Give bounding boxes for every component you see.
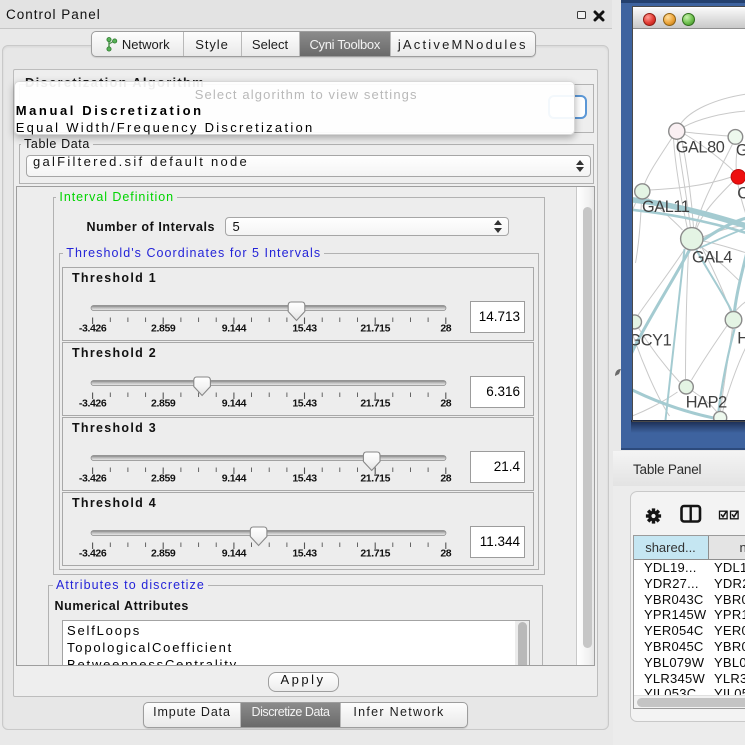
svg-text:28: 28 [440, 473, 451, 485]
svg-text:9.144: 9.144 [222, 473, 247, 485]
svg-text:2.859: 2.859 [151, 323, 176, 335]
svg-text:-3.426: -3.426 [79, 473, 107, 485]
svg-text:-3.426: -3.426 [79, 323, 107, 335]
svg-text:GCY1: GCY1 [633, 332, 672, 350]
svg-text:GA: GA [735, 142, 745, 160]
svg-text:GAL80: GAL80 [675, 138, 724, 156]
svg-text:-3.426: -3.426 [79, 398, 107, 410]
svg-text:21.715: 21.715 [360, 548, 390, 560]
svg-text:28: 28 [440, 323, 451, 335]
svg-text:15.43: 15.43 [292, 548, 317, 560]
svg-text:28: 28 [440, 548, 451, 560]
svg-text:21.715: 21.715 [360, 473, 390, 485]
svg-text:28: 28 [440, 398, 451, 410]
svg-text:GAL11: GAL11 [642, 198, 690, 216]
svg-text:2.859: 2.859 [151, 473, 176, 485]
svg-text:2.859: 2.859 [151, 548, 176, 560]
svg-text:21.715: 21.715 [360, 398, 390, 410]
svg-text:GAL4: GAL4 [692, 249, 732, 267]
svg-text:-3.426: -3.426 [79, 548, 107, 560]
svg-text:2.859: 2.859 [151, 398, 176, 410]
svg-text:9.144: 9.144 [222, 398, 247, 410]
svg-text:9.144: 9.144 [222, 323, 247, 335]
svg-text:9.144: 9.144 [222, 548, 247, 560]
svg-text:C: C [737, 184, 745, 202]
svg-text:15.43: 15.43 [292, 398, 317, 410]
svg-text:15.43: 15.43 [292, 323, 317, 335]
svg-text:HI: HI [737, 329, 745, 347]
svg-text:21.715: 21.715 [360, 323, 390, 335]
svg-text:HAP2: HAP2 [685, 394, 726, 412]
svg-text:15.43: 15.43 [292, 473, 317, 485]
